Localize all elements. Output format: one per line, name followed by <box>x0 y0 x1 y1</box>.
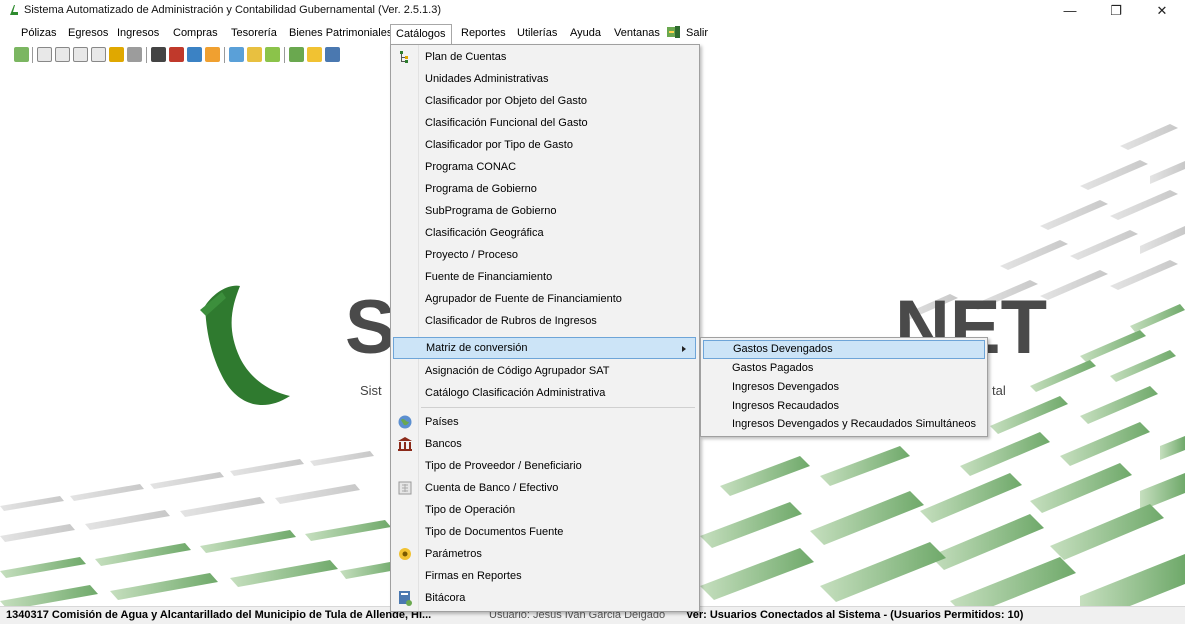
menu-item-programa-conac[interactable]: Programa CONAC <box>393 156 696 178</box>
menu-bienes-patrimoniales[interactable]: Bienes Patrimoniales <box>287 25 394 41</box>
submenu-item-gastos-devengados[interactable]: Gastos Devengados <box>703 340 985 359</box>
menu-item-catalogo-clasificacion-administrativa[interactable]: Catálogo Clasificación Administrativa <box>393 382 696 404</box>
chart-icon[interactable] <box>265 47 280 62</box>
menu-item-fuente-financiamiento[interactable]: Fuente de Financiamiento <box>393 266 696 288</box>
globe-icon <box>398 415 412 429</box>
tree-icon[interactable] <box>289 47 304 62</box>
minimize-button[interactable]: — <box>1047 0 1093 22</box>
transfer-icon[interactable] <box>187 47 202 62</box>
tagline-left: Sist <box>360 383 382 398</box>
menu-item-tipo-proveedor-beneficiario[interactable]: Tipo de Proveedor / Beneficiario <box>393 455 696 477</box>
form-e-icon[interactable] <box>73 47 88 62</box>
logo-text-left: S <box>345 285 396 370</box>
window-title: Sistema Automatizado de Administración y… <box>24 4 442 16</box>
package-icon[interactable] <box>205 47 220 62</box>
menu-compras[interactable]: Compras <box>171 25 220 41</box>
form-d-icon[interactable] <box>55 47 70 62</box>
close-button[interactable]: ✕ <box>1139 0 1185 22</box>
app-icon <box>10 5 18 15</box>
menu-salir[interactable]: Salir <box>684 25 710 41</box>
toolbar-separator <box>284 47 285 63</box>
menu-item-bancos[interactable]: Bancos <box>393 433 696 455</box>
menu-tesoreria[interactable]: Tesorería <box>229 25 279 41</box>
menu-item-cuenta-banco-efectivo[interactable]: Cuenta de Banco / Efectivo <box>393 477 696 499</box>
status-connected-users[interactable]: Ver: Usuarios Conectados al Sistema - (U… <box>686 609 1023 621</box>
menu-item-tipo-operacion[interactable]: Tipo de Operación <box>393 499 696 521</box>
menu-item-programa-gobierno[interactable]: Programa de Gobierno <box>393 178 696 200</box>
menu-item-parametros[interactable]: Parámetros <box>393 543 696 565</box>
print-icon[interactable] <box>127 47 142 62</box>
log-icon[interactable] <box>325 47 340 62</box>
toolbar-separator <box>32 47 33 63</box>
submenu-arrow-icon <box>682 346 686 352</box>
report-icon[interactable] <box>229 47 244 62</box>
log-book-icon <box>399 591 412 606</box>
menu-ventanas[interactable]: Ventanas <box>612 25 662 41</box>
clipboard-icon[interactable] <box>151 47 166 62</box>
menu-item-subprograma-gobierno[interactable]: SubPrograma de Gobierno <box>393 200 696 222</box>
menu-ingresos[interactable]: Ingresos <box>115 25 161 41</box>
maximize-button[interactable]: ❐ <box>1093 0 1139 22</box>
menu-item-firmas-reportes[interactable]: Firmas en Reportes <box>393 565 696 587</box>
menu-ayuda[interactable]: Ayuda <box>568 25 603 41</box>
menu-item-matriz-conversion[interactable]: Matriz de conversión <box>393 337 696 359</box>
menu-egresos[interactable]: Egresos <box>66 25 110 41</box>
toolbar-separator <box>146 47 147 63</box>
matriz-conversion-submenu: Gastos Devengados Gastos Pagados Ingreso… <box>700 337 988 437</box>
tagline-right: tal <box>992 383 1006 398</box>
menu-item-tipo-documentos-fuente[interactable]: Tipo de Documentos Fuente <box>393 521 696 543</box>
tools-icon[interactable] <box>169 47 184 62</box>
bank-icon <box>398 437 412 451</box>
menu-reportes[interactable]: Reportes <box>459 25 508 41</box>
submenu-item-ingresos-devengados-recaudados-simultaneos[interactable]: Ingresos Devengados y Recaudados Simultá… <box>703 415 985 434</box>
form-f-icon[interactable] <box>91 47 106 62</box>
submenu-item-ingresos-recaudados[interactable]: Ingresos Recaudados <box>703 397 985 416</box>
catalogos-dropdown: Plan de Cuentas Unidades Administrativas… <box>390 44 700 612</box>
menu-utilerias[interactable]: Utilerías <box>515 25 559 41</box>
menu-item-bitacora[interactable]: Bitácora <box>393 587 696 609</box>
submenu-item-ingresos-devengados[interactable]: Ingresos Devengados <box>703 378 985 397</box>
toolbar-separator <box>224 47 225 63</box>
menu-item-paises[interactable]: Países <box>393 411 696 433</box>
menu-item-proyecto-proceso[interactable]: Proyecto / Proceso <box>393 244 696 266</box>
status-entity: 1340317 Comisión de Agua y Alcantarillad… <box>6 609 432 621</box>
menu-bar: Pólizas Egresos Ingresos Compras Tesorer… <box>0 22 1185 44</box>
menu-item-clasificador-rubros-ingresos[interactable]: Clasificador de Rubros de Ingresos <box>393 310 696 332</box>
parameters-icon[interactable] <box>307 47 322 62</box>
menu-item-clasificacion-geografica[interactable]: Clasificación Geográfica <box>393 222 696 244</box>
tree-icon <box>400 51 408 63</box>
menu-item-unidades-administrativas[interactable]: Unidades Administrativas <box>393 68 696 90</box>
calculator-icon <box>398 481 412 495</box>
menu-item-plan-de-cuentas[interactable]: Plan de Cuentas <box>393 46 696 68</box>
menu-item-clasificador-objeto-gasto[interactable]: Clasificador por Objeto del Gasto <box>393 90 696 112</box>
menu-catalogos[interactable]: Catálogos <box>390 24 452 44</box>
menu-item-clasificador-tipo-gasto[interactable]: Clasificador por Tipo de Gasto <box>393 134 696 156</box>
parameters-icon <box>399 548 411 560</box>
menu-separator <box>421 407 695 408</box>
menu-item-agrupador-fuente-financiamiento[interactable]: Agrupador de Fuente de Financiamiento <box>393 288 696 310</box>
submenu-item-gastos-pagados[interactable]: Gastos Pagados <box>703 359 985 378</box>
title-bar: Sistema Automatizado de Administración y… <box>0 0 1185 22</box>
menu-polizas[interactable]: Pólizas <box>19 25 58 41</box>
menu-item-clasificacion-funcional-gasto[interactable]: Clasificación Funcional del Gasto <box>393 112 696 134</box>
edit-icon[interactable] <box>247 47 262 62</box>
new-document-icon[interactable] <box>14 47 29 62</box>
payment-icon[interactable] <box>109 47 124 62</box>
exit-icon[interactable] <box>666 25 682 39</box>
form-c-icon[interactable] <box>37 47 52 62</box>
menu-item-asignacion-codigo-agrupador-sat[interactable]: Asignación de Código Agrupador SAT <box>393 360 696 382</box>
